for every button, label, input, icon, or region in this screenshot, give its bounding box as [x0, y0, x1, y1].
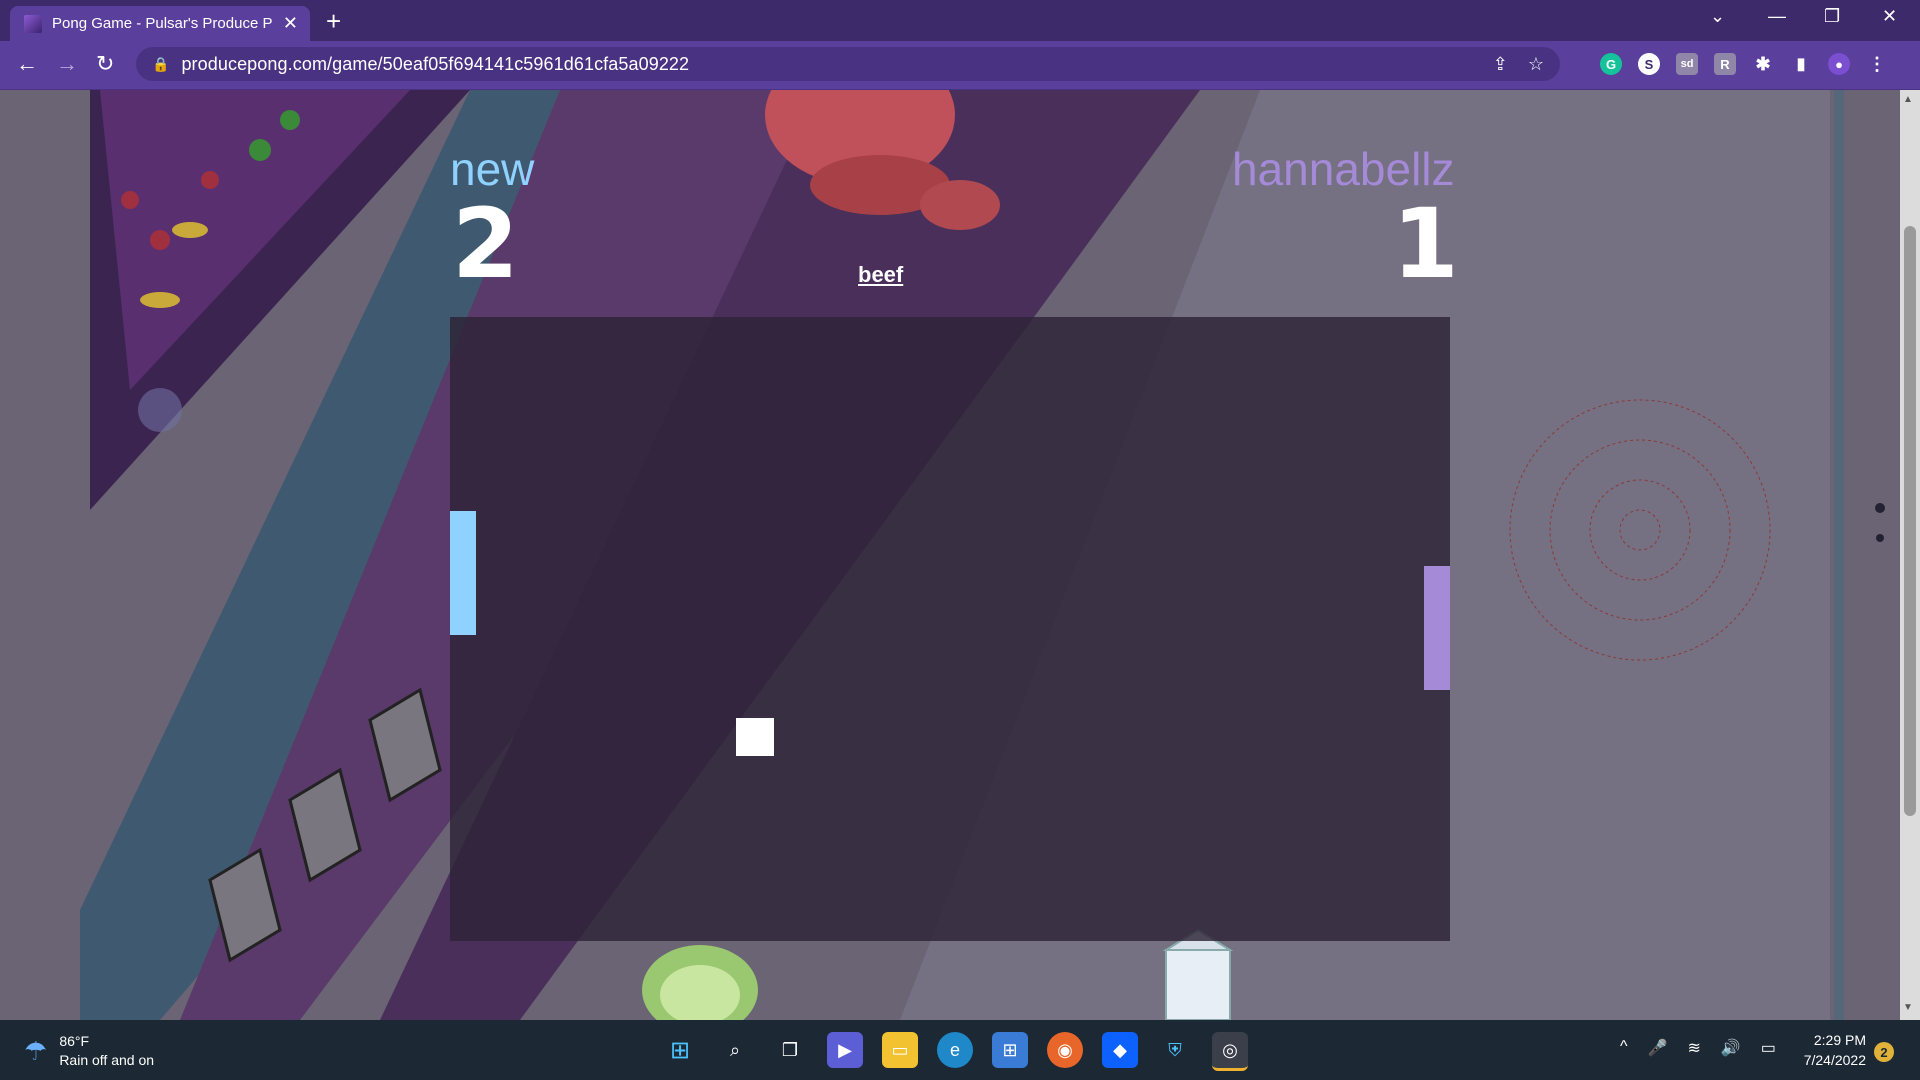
- firefox-icon[interactable]: ◉: [1047, 1032, 1083, 1068]
- weather-description: Rain off and on: [59, 1052, 155, 1068]
- close-tab-icon[interactable]: ✕: [283, 13, 298, 34]
- wifi-icon[interactable]: ≋: [1687, 1038, 1700, 1058]
- player-right-score: 1: [1392, 188, 1459, 300]
- volume-icon[interactable]: 🔊: [1721, 1038, 1741, 1058]
- system-tray: ^ 🎤 ≋ 🔊 ▭: [1620, 1038, 1776, 1058]
- chevron-up-icon[interactable]: ^: [1620, 1038, 1628, 1058]
- s-extension-icon[interactable]: S: [1638, 53, 1660, 75]
- url-text[interactable]: producepong.com/game/50eaf05f694141c5961…: [181, 54, 689, 75]
- minimize-button[interactable]: —: [1768, 6, 1786, 27]
- umbrella-rain-icon: ☂: [24, 1035, 48, 1066]
- extensions-puzzle-icon[interactable]: ✱: [1752, 53, 1774, 75]
- page-scrollbar[interactable]: ▲ ▼: [1900, 90, 1920, 1020]
- profile-avatar[interactable]: ●: [1828, 53, 1850, 75]
- edge-browser-icon[interactable]: e: [937, 1032, 973, 1068]
- microsoft-store-icon[interactable]: ⊞: [992, 1032, 1028, 1068]
- weather-temperature: 86°F: [59, 1033, 90, 1049]
- scroll-down-arrow-icon[interactable]: ▼: [1903, 1002, 1913, 1013]
- clock-time: 2:29 PM: [1813, 1032, 1866, 1048]
- back-button[interactable]: ←: [16, 51, 38, 77]
- teams-chat-icon[interactable]: ▶: [827, 1032, 863, 1068]
- security-shield-icon[interactable]: ⛨: [1157, 1032, 1193, 1068]
- restore-button[interactable]: ❐: [1824, 6, 1840, 27]
- r-extension-icon[interactable]: R: [1714, 53, 1736, 75]
- right-paddle: [1424, 566, 1450, 690]
- dropbox-icon[interactable]: ◆: [1102, 1032, 1138, 1068]
- new-tab-button[interactable]: +: [326, 6, 341, 37]
- chrome-icon[interactable]: ◎: [1212, 1032, 1248, 1071]
- file-explorer-icon[interactable]: ▭: [882, 1032, 918, 1068]
- task-view-icon[interactable]: ❐: [772, 1032, 808, 1068]
- player-left-score: 2: [452, 188, 519, 300]
- extension-icons: G S sd R ✱ ▮ ● ⋮: [1600, 53, 1888, 75]
- browser-tab-bar: Pong Game - Pulsar's Produce Po ✕ + ⌄ — …: [0, 0, 1920, 41]
- side-panel-icon[interactable]: ▮: [1790, 53, 1812, 75]
- windows-taskbar: ☂ 86°F Rain off and on ⊞ ⌕ ❐ ▶ ▭ e ⊞ ◉ ◆…: [0, 1020, 1920, 1080]
- system-clock[interactable]: 2:29 PM 7/24/2022: [1786, 1030, 1866, 1070]
- left-paddle[interactable]: [450, 511, 476, 635]
- grammarly-icon[interactable]: G: [1600, 53, 1622, 75]
- game-page: new 2 hannabellz 1 beef ▲ ▼: [0, 90, 1920, 1020]
- menu-kebab-icon[interactable]: ⋮: [1866, 53, 1888, 75]
- pong-ball: [736, 718, 774, 756]
- forward-button[interactable]: →: [56, 51, 78, 77]
- pong-court[interactable]: [450, 317, 1450, 941]
- search-icon[interactable]: ⌕: [717, 1032, 753, 1068]
- tab-title: Pong Game - Pulsar's Produce Po: [52, 15, 272, 32]
- clock-date: 7/24/2022: [1803, 1052, 1866, 1068]
- bookmark-star-icon[interactable]: ☆: [1528, 54, 1544, 75]
- notification-badge[interactable]: 2: [1874, 1042, 1894, 1062]
- address-bar[interactable]: 🔒 producepong.com/game/50eaf05f694141c59…: [136, 47, 1560, 81]
- browser-tab[interactable]: Pong Game - Pulsar's Produce Po ✕: [10, 6, 310, 41]
- scroll-up-arrow-icon[interactable]: ▲: [1903, 94, 1913, 105]
- site-favicon-icon: [24, 14, 42, 33]
- browser-toolbar: ← → ↻ 🔒 producepong.com/game/50eaf05f694…: [0, 41, 1920, 90]
- lock-icon[interactable]: 🔒: [152, 56, 169, 73]
- sd-extension-icon[interactable]: sd: [1676, 53, 1698, 75]
- windows-start-icon[interactable]: ⊞: [662, 1032, 698, 1068]
- microphone-icon[interactable]: 🎤: [1648, 1038, 1668, 1058]
- item-link-beef[interactable]: beef: [858, 262, 903, 288]
- tab-search-chevron-icon[interactable]: ⌄: [1710, 6, 1725, 27]
- taskbar-apps: ⊞ ⌕ ❐ ▶ ▭ e ⊞ ◉ ◆ ⛨ ◎: [662, 1032, 1248, 1071]
- reload-button[interactable]: ↻: [96, 51, 114, 77]
- share-icon[interactable]: ⇪: [1493, 54, 1508, 75]
- scrollbar-thumb[interactable]: [1904, 226, 1916, 816]
- weather-widget[interactable]: ☂ 86°F Rain off and on: [24, 1032, 154, 1070]
- battery-icon[interactable]: ▭: [1761, 1038, 1776, 1058]
- close-window-button[interactable]: ✕: [1882, 6, 1897, 27]
